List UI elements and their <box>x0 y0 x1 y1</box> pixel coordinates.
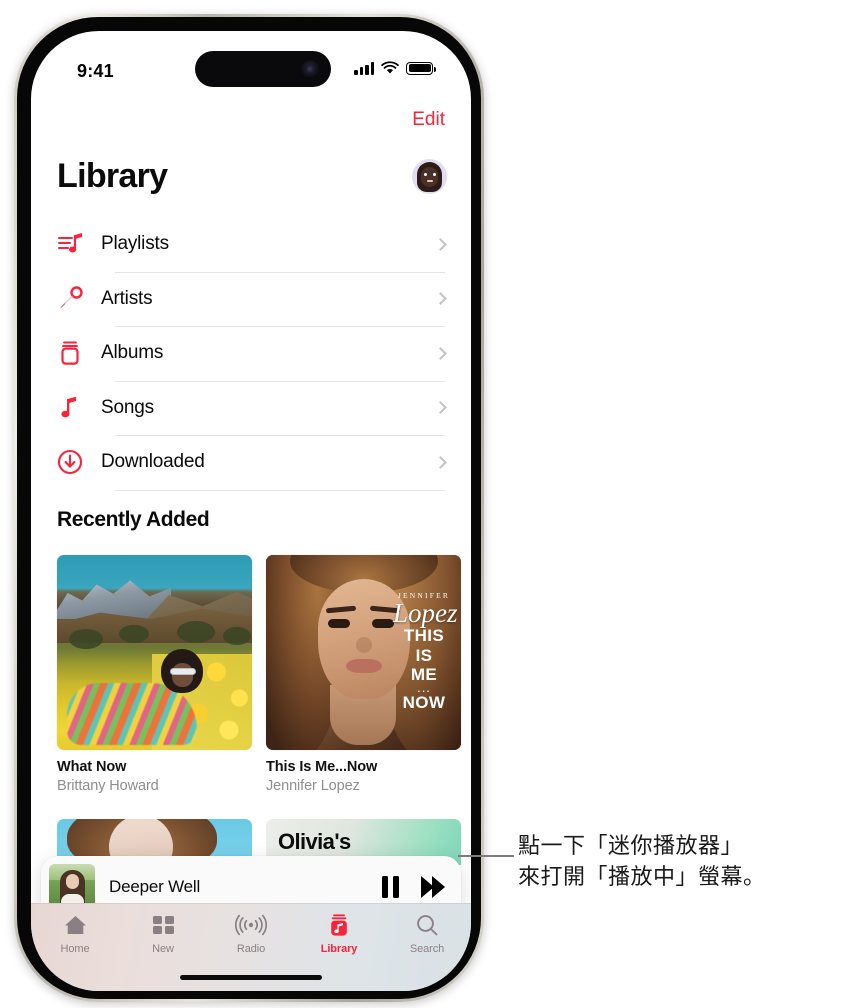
tab-label: Home <box>60 943 90 955</box>
artwork-script-logo: Lopez <box>393 598 458 628</box>
artwork-line-2: IS <box>415 645 433 665</box>
chevron-right-icon <box>434 455 447 469</box>
dynamic-island <box>195 51 331 87</box>
sidebar-item-playlists[interactable]: Playlists <box>57 217 471 272</box>
home-icon <box>63 912 88 938</box>
albums-icon <box>57 340 101 366</box>
album-artwork-what-now[interactable] <box>57 555 252 750</box>
album-artwork-text: JENNIFER Lopez THIS IS ME ... NOW <box>393 591 458 713</box>
callout-annotation: 點一下「迷你播放器」 來打開「播放中」螢幕。 <box>518 831 838 893</box>
sidebar-item-songs[interactable]: Songs <box>57 380 471 436</box>
library-icon <box>327 912 351 938</box>
download-circle-icon <box>57 449 101 475</box>
callout-leader-line <box>458 855 514 857</box>
status-bar-indicators <box>354 61 436 75</box>
sidebar-item-label: Songs <box>101 396 154 418</box>
avatar[interactable] <box>412 159 447 194</box>
front-camera-icon <box>301 60 319 78</box>
playlists-icon <box>57 231 101 257</box>
section-title-recently-added: Recently Added <box>57 508 210 531</box>
album-card[interactable]: JENNIFER Lopez THIS IS ME ... NOW This I… <box>266 555 461 794</box>
library-list: Playlists Artists Albums Songs Downloade… <box>57 217 471 490</box>
sidebar-item-downloaded[interactable]: Downloaded <box>57 435 471 490</box>
radio-icon <box>234 912 268 938</box>
home-indicator[interactable] <box>180 975 322 980</box>
iphone-frame: 9:41 Edit Library Playlists Artists Albu… <box>14 14 484 1002</box>
sidebar-item-label: Artists <box>101 287 153 309</box>
sidebar-item-label: Playlists <box>101 233 169 255</box>
edit-button[interactable]: Edit <box>412 109 445 131</box>
page-title: Library <box>57 157 168 195</box>
chevron-right-icon <box>434 237 447 251</box>
album-title: What Now <box>57 759 127 775</box>
tab-label: Library <box>320 943 358 955</box>
status-bar-time: 9:41 <box>77 61 114 81</box>
chevron-right-icon <box>434 292 447 306</box>
recently-added-grid: What Now Brittany Howard JENNIFER Lopez … <box>57 555 471 794</box>
sidebar-item-albums[interactable]: Albums <box>57 326 471 381</box>
chevron-right-icon <box>434 401 447 415</box>
album-title: This Is Me...Now <box>266 759 378 775</box>
album-artist: Jennifer Lopez <box>266 778 360 794</box>
screenshot-root: 9:41 Edit Library Playlists Artists Albu… <box>0 0 841 1008</box>
artwork-line-4: NOW <box>402 693 446 713</box>
cellular-signal-icon <box>354 61 374 75</box>
wifi-icon <box>381 61 399 74</box>
search-icon <box>415 912 439 938</box>
sidebar-item-label: Albums <box>101 342 164 364</box>
sidebar-item-label: Downloaded <box>101 451 205 473</box>
callout-line-2: 來打開「播放中」螢幕。 <box>518 865 766 891</box>
chevron-right-icon <box>434 346 447 360</box>
tab-library[interactable]: Library <box>295 912 383 955</box>
library-screen: Edit Library Playlists Artists Albums So… <box>31 31 471 991</box>
battery-icon <box>406 61 436 75</box>
tab-label: Radio <box>236 943 266 955</box>
music-note-icon <box>57 395 101 421</box>
microphone-icon <box>57 286 101 312</box>
callout-line-1: 點一下「迷你播放器」 <box>518 834 744 859</box>
album-card[interactable]: What Now Brittany Howard <box>57 555 252 794</box>
tab-search[interactable]: Search <box>383 912 471 955</box>
phone-screen: 9:41 Edit Library Playlists Artists Albu… <box>31 31 471 991</box>
pause-icon[interactable] <box>381 876 399 898</box>
tab-new[interactable]: New <box>119 912 207 955</box>
artwork-dots: ... <box>417 680 431 696</box>
artwork-overlay-title: Olivia's <box>278 829 351 854</box>
tab-label: New <box>152 943 174 955</box>
sidebar-item-artists[interactable]: Artists <box>57 271 471 327</box>
phone-bezel: 9:41 Edit Library Playlists Artists Albu… <box>17 17 481 999</box>
mini-player-track-title: Deeper Well <box>109 877 201 896</box>
tab-radio[interactable]: Radio <box>207 912 295 955</box>
fast-forward-icon[interactable] <box>421 876 445 898</box>
artwork-line-1: THIS <box>403 626 445 646</box>
grid-icon <box>152 912 175 938</box>
tab-home[interactable]: Home <box>31 912 119 955</box>
album-artwork-this-is-me-now[interactable]: JENNIFER Lopez THIS IS ME ... NOW <box>266 555 461 750</box>
tab-label: Search <box>409 943 445 955</box>
album-artist: Brittany Howard <box>57 778 159 794</box>
mini-player-controls <box>381 876 445 898</box>
